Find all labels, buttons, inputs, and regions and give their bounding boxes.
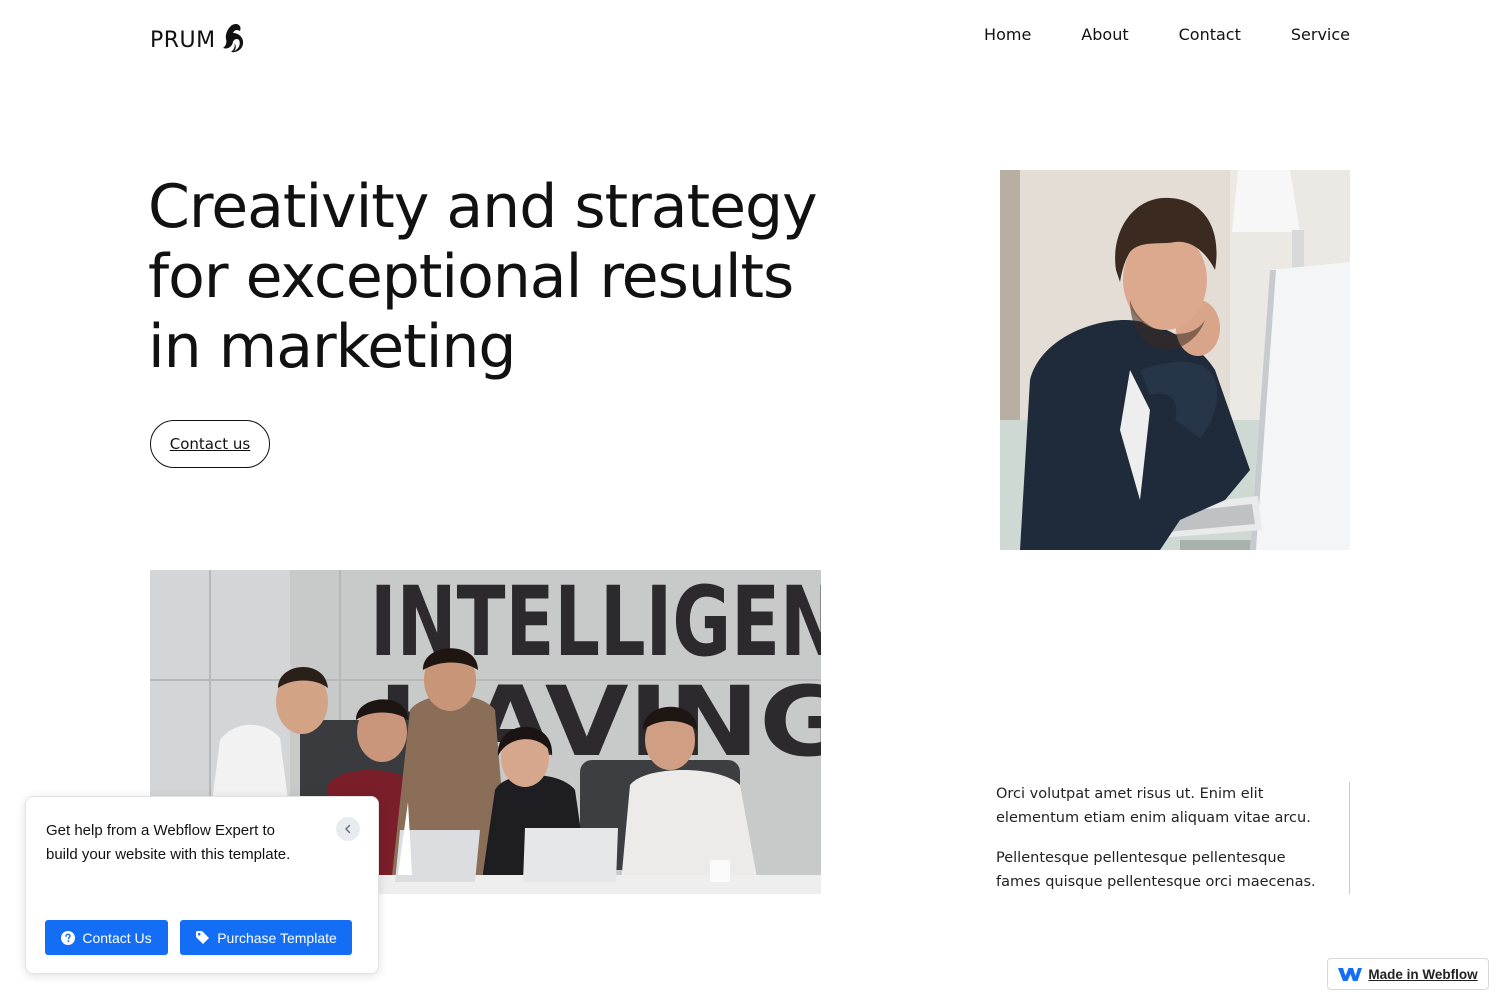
- question-circle-icon: [61, 930, 76, 945]
- nav-home[interactable]: Home: [984, 22, 1031, 48]
- purchase-template-button[interactable]: Purchase Template: [180, 920, 352, 955]
- contact-us-button[interactable]: Contact us: [150, 420, 270, 468]
- hero-title: Creativity and strategy for exceptional …: [148, 172, 848, 382]
- nav-about[interactable]: About: [1081, 22, 1128, 48]
- logo-flame-icon: [222, 23, 243, 53]
- side-text-block: Orci volutpat amet risus ut. Enim elit e…: [996, 782, 1350, 894]
- main-nav: Home About Contact Service: [934, 22, 1350, 48]
- hero-title-line: for exceptional results: [148, 242, 794, 312]
- side-paragraph: Orci volutpat amet risus ut. Enim elit e…: [996, 786, 1311, 826]
- side-paragraph: Pellentesque pellentesque pellentesque f…: [996, 850, 1316, 890]
- collapse-popup-button[interactable]: [336, 817, 360, 841]
- brand-logo[interactable]: PRUM: [150, 20, 246, 54]
- purchase-template-label: Purchase Template: [217, 929, 337, 946]
- webflow-icon: [1338, 967, 1363, 981]
- hero-title-line: Creativity and strategy: [148, 172, 818, 242]
- webflow-help-popup: Get help from a Webflow Expert to build …: [25, 796, 379, 974]
- tag-icon: [196, 931, 210, 944]
- help-contact-us-button[interactable]: Contact Us: [45, 920, 168, 955]
- help-contact-us-label: Contact Us: [82, 929, 152, 946]
- hero-title-line: in marketing: [148, 312, 516, 382]
- hero-photo-man-at-computer: [1000, 170, 1350, 550]
- made-in-webflow-badge[interactable]: Made in Webflow: [1327, 958, 1489, 990]
- close-chevron-icon: [344, 824, 351, 834]
- help-popup-text: Get help from a Webflow Expert to build …: [46, 822, 291, 863]
- nav-contact[interactable]: Contact: [1179, 22, 1241, 48]
- badge-label: Made in Webflow: [1368, 966, 1478, 982]
- nav-service[interactable]: Service: [1291, 22, 1350, 48]
- brand-name: PRUM: [150, 28, 216, 53]
